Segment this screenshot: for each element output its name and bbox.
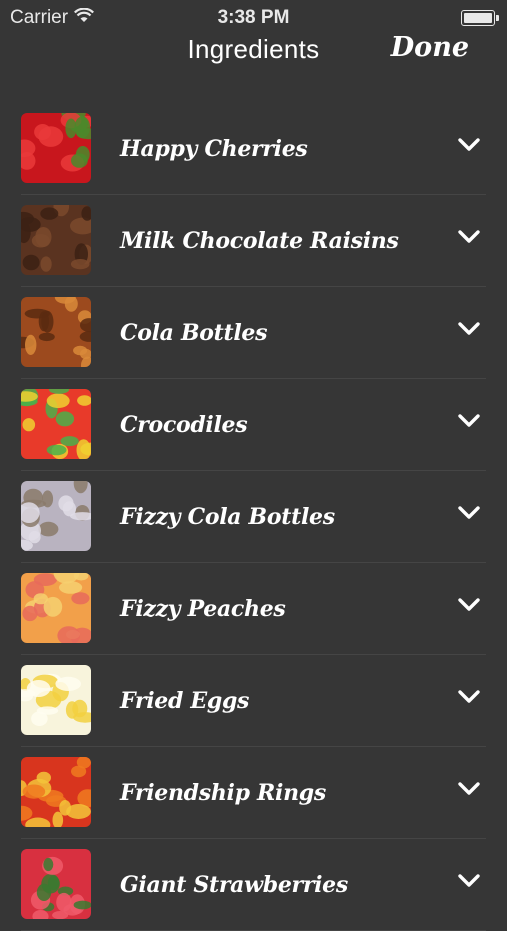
- chevron-down-icon[interactable]: [457, 689, 481, 705]
- ingredient-name: Fizzy Cola Bottles: [120, 504, 335, 530]
- done-button[interactable]: Done: [391, 32, 469, 63]
- ingredient-thumbnail: [21, 205, 91, 275]
- ingredient-row[interactable]: Fried Eggs: [0, 655, 507, 747]
- chevron-down-icon[interactable]: [457, 137, 481, 153]
- ingredient-row[interactable]: Friendship Rings: [0, 747, 507, 839]
- ingredient-thumbnail: [21, 849, 91, 919]
- ingredient-thumbnail: [21, 389, 91, 459]
- ingredient-row[interactable]: Milk Chocolate Raisins: [0, 195, 507, 287]
- battery-icon: [461, 10, 499, 26]
- ingredient-row[interactable]: Fizzy Peaches: [0, 563, 507, 655]
- chevron-down-icon[interactable]: [457, 229, 481, 245]
- ingredient-row[interactable]: Cola Bottles: [0, 287, 507, 379]
- ingredient-row[interactable]: Giant Strawberries: [0, 839, 507, 931]
- ingredient-name: Milk Chocolate Raisins: [120, 228, 399, 254]
- ingredient-name: Crocodiles: [120, 412, 248, 438]
- ingredient-name: Cola Bottles: [120, 320, 268, 346]
- ingredient-thumbnail: [21, 113, 91, 183]
- chevron-down-icon[interactable]: [457, 597, 481, 613]
- ingredient-thumbnail: [21, 297, 91, 367]
- status-bar: Carrier 3:38 PM: [0, 0, 507, 36]
- ingredients-list: Happy Cherries Milk Chocolate Raisins Cola…: [0, 103, 507, 931]
- ingredient-row[interactable]: Fizzy Cola Bottles: [0, 471, 507, 563]
- ingredient-name: Fizzy Peaches: [120, 596, 286, 622]
- ingredient-thumbnail: [21, 481, 91, 551]
- status-time: 3:38 PM: [217, 7, 290, 28]
- chevron-down-icon[interactable]: [457, 505, 481, 521]
- chevron-down-icon[interactable]: [457, 321, 481, 337]
- ingredient-thumbnail: [21, 573, 91, 643]
- ingredient-thumbnail: [21, 665, 91, 735]
- ingredient-row[interactable]: Happy Cherries: [0, 103, 507, 195]
- ingredient-name: Giant Strawberries: [120, 872, 348, 898]
- ingredient-name: Friendship Rings: [120, 780, 326, 806]
- ingredient-name: Happy Cherries: [120, 136, 308, 162]
- chevron-down-icon[interactable]: [457, 413, 481, 429]
- navigation-bar: Ingredients Done: [0, 32, 507, 68]
- chevron-down-icon[interactable]: [457, 781, 481, 797]
- ingredient-row[interactable]: Crocodiles: [0, 379, 507, 471]
- chevron-down-icon[interactable]: [457, 873, 481, 889]
- ingredient-name: Fried Eggs: [120, 688, 250, 714]
- ingredient-thumbnail: [21, 757, 91, 827]
